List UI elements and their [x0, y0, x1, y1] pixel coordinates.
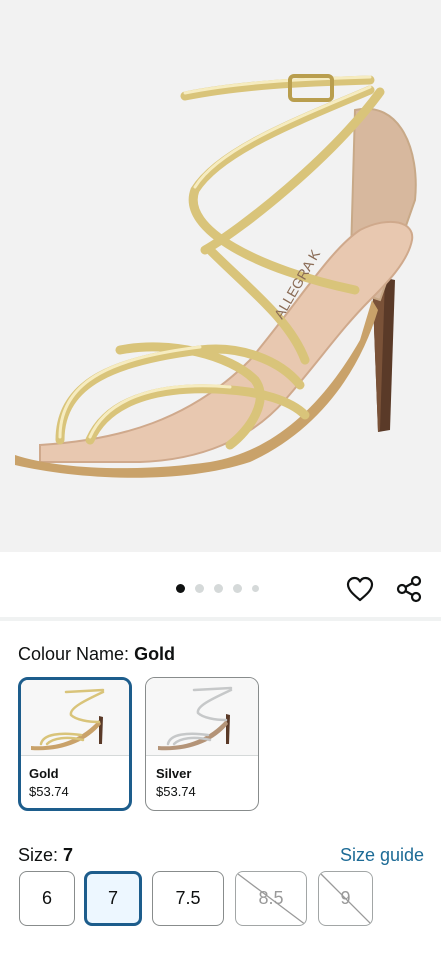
size-option-9[interactable]: 9 [318, 871, 373, 926]
section-divider [0, 617, 441, 621]
silver-sandal-thumbnail [158, 686, 233, 751]
unavailable-strike-icon [320, 873, 372, 925]
colour-label: Colour Name: Gold [18, 644, 175, 665]
carousel-indicator[interactable] [176, 584, 259, 593]
colour-option-silver[interactable]: Silver $53.74 [145, 677, 259, 811]
size-option-7[interactable]: 7 [84, 871, 142, 926]
gold-sandal-thumbnail [31, 688, 105, 751]
swatch-price: $53.74 [156, 784, 196, 799]
swatch-thumbnail [21, 680, 129, 756]
carousel-dot[interactable] [233, 584, 242, 593]
size-option-label: 7 [107, 888, 118, 908]
size-label-text: Size: [18, 845, 59, 865]
swatch-price: $53.74 [29, 784, 69, 799]
colour-label-text: Colour Name: [18, 644, 130, 664]
colour-selected-value: Gold [134, 644, 176, 664]
sandal-illustration: ALLEGRA K [15, 74, 417, 478]
size-option-8-5[interactable]: 8.5 [235, 871, 307, 926]
colour-option-gold[interactable]: Gold $53.74 [18, 677, 132, 811]
carousel-dot[interactable] [214, 584, 223, 593]
size-option-6[interactable]: 6 [19, 871, 75, 926]
share-button[interactable] [394, 574, 424, 604]
unavailable-strike-icon [237, 873, 306, 925]
heart-icon [346, 576, 374, 602]
swatch-name: Silver [156, 766, 192, 781]
swatch-name: Gold [29, 766, 59, 781]
wishlist-button[interactable] [345, 574, 375, 604]
product-image[interactable]: ALLEGRA K [0, 0, 441, 552]
swatch-thumbnail [146, 678, 258, 756]
size-selected-value: 7 [63, 845, 74, 865]
carousel-dot[interactable] [195, 584, 204, 593]
carousel-dot[interactable] [252, 585, 259, 592]
size-guide-link[interactable]: Size guide [340, 845, 424, 866]
size-label: Size: 7 [18, 845, 73, 866]
size-option-label: 7.5 [175, 888, 201, 908]
share-icon [396, 575, 422, 603]
gallery-controls [0, 552, 441, 618]
size-option-7-5[interactable]: 7.5 [152, 871, 224, 926]
size-option-label: 6 [41, 888, 52, 908]
carousel-dot[interactable] [176, 584, 185, 593]
